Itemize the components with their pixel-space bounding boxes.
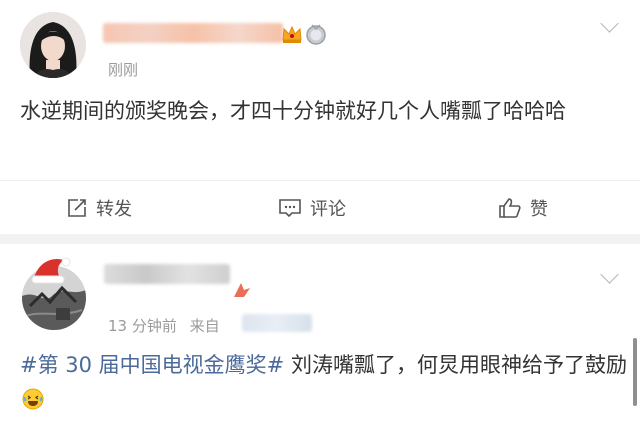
scrollbar[interactable] <box>633 338 637 406</box>
santa-hat-icon <box>30 254 74 288</box>
repost-icon <box>68 199 86 217</box>
post-time: 刚刚 <box>108 61 139 79</box>
comment-button[interactable]: 评论 <box>278 181 346 235</box>
feed-divider <box>0 234 640 244</box>
post-content: #第 30 届中国电视金鹰奖# 刘涛嘴瓢了，何炅用眼神给予了鼓励 <box>20 348 630 420</box>
like-label: 赞 <box>530 199 548 220</box>
topic-link[interactable]: #第 30 届中国电视金鹰奖# <box>20 353 284 377</box>
post-time: 13 分钟前 来自 <box>108 315 220 336</box>
verified-badge-icon <box>232 282 252 302</box>
author-name-redacted[interactable] <box>103 23 283 43</box>
crown-badge-icon <box>281 24 303 48</box>
comment-icon <box>279 199 301 218</box>
feed-post: 13 分钟前 来自 #第 30 届中国电视金鹰奖# 刘涛嘴瓢了，何炅用眼神给予了… <box>0 244 640 424</box>
comment-label: 评论 <box>310 199 346 220</box>
source-name-redacted[interactable] <box>242 314 312 332</box>
thumbs-up-icon <box>499 198 521 218</box>
avatar-image <box>20 12 86 78</box>
like-button[interactable]: 赞 <box>498 181 548 235</box>
author-avatar[interactable] <box>20 12 86 78</box>
medal-badge-icon <box>305 23 327 49</box>
post-content: 水逆期间的颁奖晚会，才四十分钟就好几个人嘴瓢了哈哈哈 <box>20 99 566 123</box>
chevron-down-icon[interactable] <box>600 14 619 33</box>
source-prefix: 来自 <box>189 317 220 335</box>
chevron-down-icon[interactable] <box>600 265 619 284</box>
post-time-text: 13 分钟前 <box>108 317 177 335</box>
laughing-crying-emoji-icon <box>22 386 44 420</box>
post-text: 刘涛嘴瓢了，何炅用眼神给予了鼓励 <box>284 353 627 377</box>
author-name-redacted[interactable] <box>104 264 230 284</box>
repost-label: 转发 <box>96 199 132 220</box>
repost-button[interactable]: 转发 <box>66 181 132 235</box>
feed-post: 刚刚 水逆期间的颁奖晚会，才四十分钟就好几个人嘴瓢了哈哈哈 转发 评论 赞 <box>0 0 640 234</box>
post-actions-bar: 转发 评论 赞 <box>0 180 640 235</box>
